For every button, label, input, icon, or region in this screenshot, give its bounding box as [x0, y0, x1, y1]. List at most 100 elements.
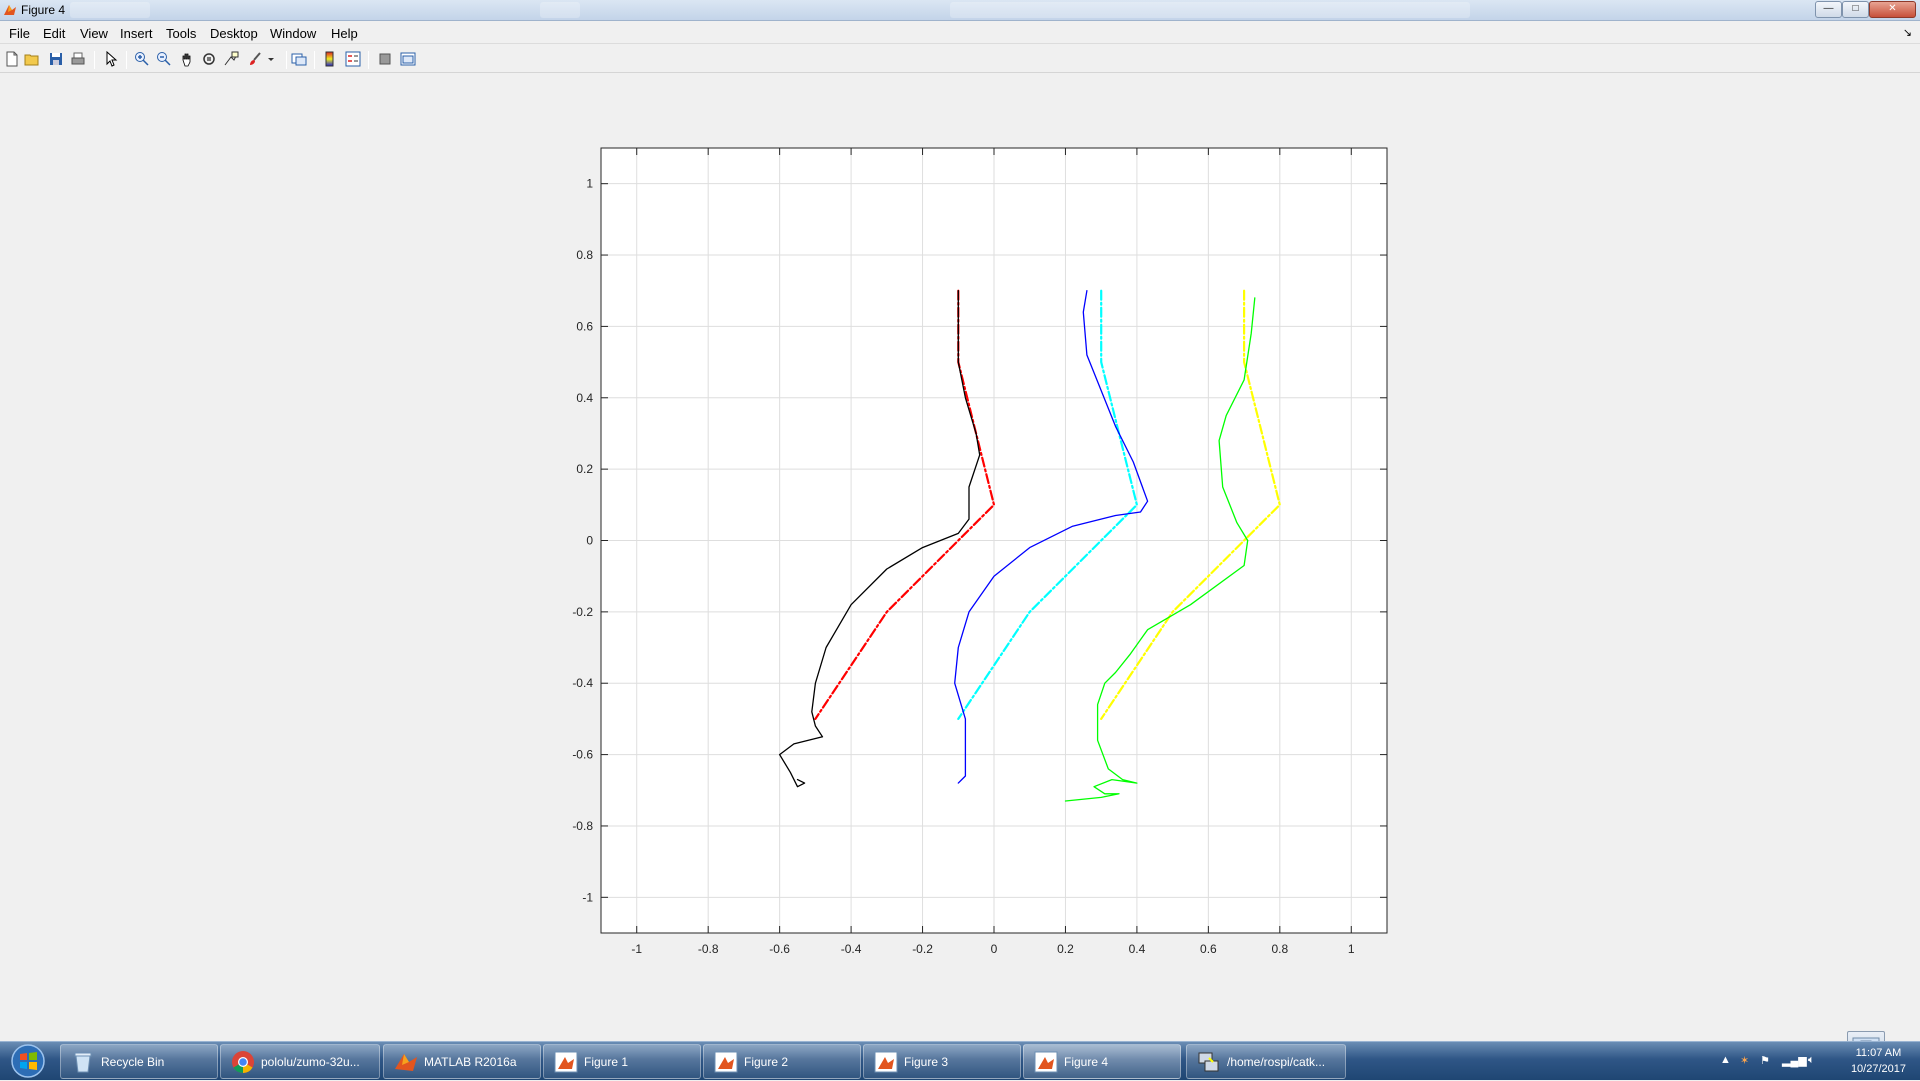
- taskbar-item-label: pololu/zumo-32u...: [261, 1055, 360, 1069]
- chrome-icon: [232, 1051, 254, 1073]
- menu-help[interactable]: Help: [331, 26, 358, 41]
- putty-icon: [1198, 1052, 1219, 1072]
- new-figure-icon[interactable]: [3, 50, 21, 68]
- windows-logo-icon: [11, 1044, 45, 1078]
- x-tick-label: 0.6: [1200, 942, 1217, 956]
- colorbar-icon[interactable]: [321, 50, 339, 68]
- open-file-icon[interactable]: [23, 50, 41, 68]
- x-tick-label: 0: [991, 942, 998, 956]
- hide-plot-tools-icon[interactable]: [376, 50, 394, 68]
- recycle-bin-icon: [74, 1052, 92, 1073]
- close-button[interactable]: ✕: [1869, 1, 1916, 18]
- taskbar-item-chrome[interactable]: pololu/zumo-32u...: [220, 1044, 380, 1079]
- y-tick-labels: -1 -0.8 -0.6 -0.4 -0.2 0 0.2 0.4 0.6 0.8 1: [572, 177, 593, 905]
- y-tick-label: -0.8: [572, 819, 593, 833]
- matlab-figure-icon: [4, 5, 16, 15]
- x-tick-label: 0.2: [1057, 942, 1074, 956]
- x-tick-label: -0.6: [769, 942, 790, 956]
- action-center-flag-icon[interactable]: ⚑: [1760, 1054, 1770, 1067]
- matlab-figure-icon: [1034, 1051, 1058, 1073]
- x-tick-label: -0.2: [912, 942, 933, 956]
- taskbar-item-label: MATLAB R2016a: [424, 1055, 517, 1069]
- menu-tools[interactable]: Tools: [166, 26, 196, 41]
- brush-icon[interactable]: [246, 50, 264, 68]
- menu-desktop[interactable]: Desktop: [210, 26, 258, 41]
- clock-date: 10/27/2017: [1850, 1063, 1906, 1075]
- y-tick-label: 0: [586, 534, 593, 548]
- x-tick-labels: -1 -0.8 -0.6 -0.4 -0.2 0 0.2 0.4 0.6 0.8 1: [631, 942, 1355, 956]
- window-title: Figure 4: [21, 3, 66, 17]
- menu-window[interactable]: Window: [270, 26, 316, 41]
- save-icon[interactable]: [47, 50, 65, 68]
- matlab-tray-icon[interactable]: ✶: [1740, 1054, 1749, 1067]
- figure-toolbar: [0, 47, 1920, 73]
- show-plot-tools-icon[interactable]: [399, 50, 417, 68]
- menu-bar: File Edit View Insert Tools Desktop Wind…: [0, 22, 1920, 44]
- menu-insert[interactable]: Insert: [120, 26, 153, 41]
- pan-icon[interactable]: [178, 50, 196, 68]
- taskbar-item-figure-1[interactable]: Figure 1: [543, 1044, 701, 1079]
- matlab-figure-icon: [554, 1051, 578, 1073]
- start-button[interactable]: [4, 1043, 52, 1079]
- taskbar-item-figure-4[interactable]: Figure 4: [1023, 1044, 1181, 1079]
- dock-arrow-icon[interactable]: ↘: [1903, 26, 1912, 39]
- titlebar-decoration: [950, 2, 1470, 18]
- matlab-figure-icon: [714, 1051, 738, 1073]
- taskbar-item-matlab[interactable]: MATLAB R2016a: [383, 1044, 541, 1079]
- menu-edit[interactable]: Edit: [43, 26, 65, 41]
- taskbar-item-figure-3[interactable]: Figure 3: [863, 1044, 1021, 1079]
- taskbar-item-figure-2[interactable]: Figure 2: [703, 1044, 861, 1079]
- y-tick-label: -0.6: [572, 748, 593, 762]
- x-tick-label: 1: [1348, 942, 1355, 956]
- legend-icon[interactable]: [344, 50, 362, 68]
- taskbar-item-label: /home/rospi/catk...: [1227, 1055, 1326, 1069]
- y-tick-label: -1: [582, 890, 593, 904]
- data-cursor-icon[interactable]: [222, 50, 240, 68]
- brush-dropdown-icon[interactable]: [266, 50, 276, 68]
- line-plot[interactable]: -1 -0.8 -0.6 -0.4 -0.2 0 0.2 0.4 0.6 0.8 1 -1 -0.8 -…: [0, 74, 1920, 1041]
- clock[interactable]: 11:07 AM 10/27/2017: [1851, 1045, 1906, 1077]
- toolbar-separator: [126, 51, 127, 69]
- toolbar-separator: [314, 51, 315, 69]
- window-titlebar: Figure 4 — □ ✕: [0, 0, 1920, 21]
- windows-taskbar: Recycle Bin pololu/zumo-32u... MATLAB R2…: [0, 1041, 1920, 1080]
- taskbar-item-recycle-bin[interactable]: Recycle Bin: [60, 1044, 218, 1079]
- matlab-figure-icon: [874, 1051, 898, 1073]
- y-tick-label: 0.4: [576, 391, 593, 405]
- minimize-button[interactable]: —: [1815, 1, 1842, 18]
- pointer-icon[interactable]: [102, 50, 120, 68]
- zoom-out-icon[interactable]: [155, 50, 173, 68]
- titlebar-decoration: [540, 2, 580, 18]
- network-icon[interactable]: ▂▄▆: [1782, 1054, 1807, 1067]
- menu-view[interactable]: View: [80, 26, 108, 41]
- x-tick-label: 0.8: [1271, 942, 1288, 956]
- y-tick-label: 0.2: [576, 462, 593, 476]
- taskbar-item-label: Figure 4: [1064, 1055, 1109, 1069]
- taskbar-item-label: Figure 1: [584, 1055, 629, 1069]
- maximize-button[interactable]: □: [1842, 1, 1869, 18]
- figure-canvas: -1 -0.8 -0.6 -0.4 -0.2 0 0.2 0.4 0.6 0.8 1 -1 -0.8 -…: [0, 74, 1920, 1069]
- volume-icon[interactable]: 🔈︎: [1808, 1054, 1815, 1067]
- toolbar-separator: [94, 51, 95, 69]
- show-hidden-icons-icon[interactable]: ▲: [1720, 1054, 1731, 1066]
- menu-file[interactable]: File: [9, 26, 30, 41]
- clock-time: 11:07 AM: [1855, 1047, 1902, 1059]
- toolbar-separator: [368, 51, 369, 69]
- x-tick-label: -0.8: [698, 942, 719, 956]
- taskbar-item-label: Recycle Bin: [101, 1055, 165, 1069]
- y-tick-label: 0.6: [576, 319, 593, 333]
- titlebar-decoration: [70, 2, 150, 18]
- matlab-icon: [395, 1054, 417, 1071]
- zoom-in-icon[interactable]: [133, 50, 151, 68]
- y-tick-label: -0.2: [572, 605, 593, 619]
- print-icon[interactable]: [69, 50, 87, 68]
- x-tick-label: -0.4: [841, 942, 862, 956]
- y-tick-label: 1: [586, 177, 593, 191]
- taskbar-item-putty[interactable]: /home/rospi/catk...: [1186, 1044, 1346, 1079]
- y-tick-label: -0.4: [572, 676, 593, 690]
- rotate-3d-icon[interactable]: [200, 50, 218, 68]
- link-plot-icon[interactable]: [290, 50, 308, 68]
- x-tick-label: -1: [631, 942, 642, 956]
- toolbar-separator: [286, 51, 287, 69]
- taskbar-item-label: Figure 3: [904, 1055, 949, 1069]
